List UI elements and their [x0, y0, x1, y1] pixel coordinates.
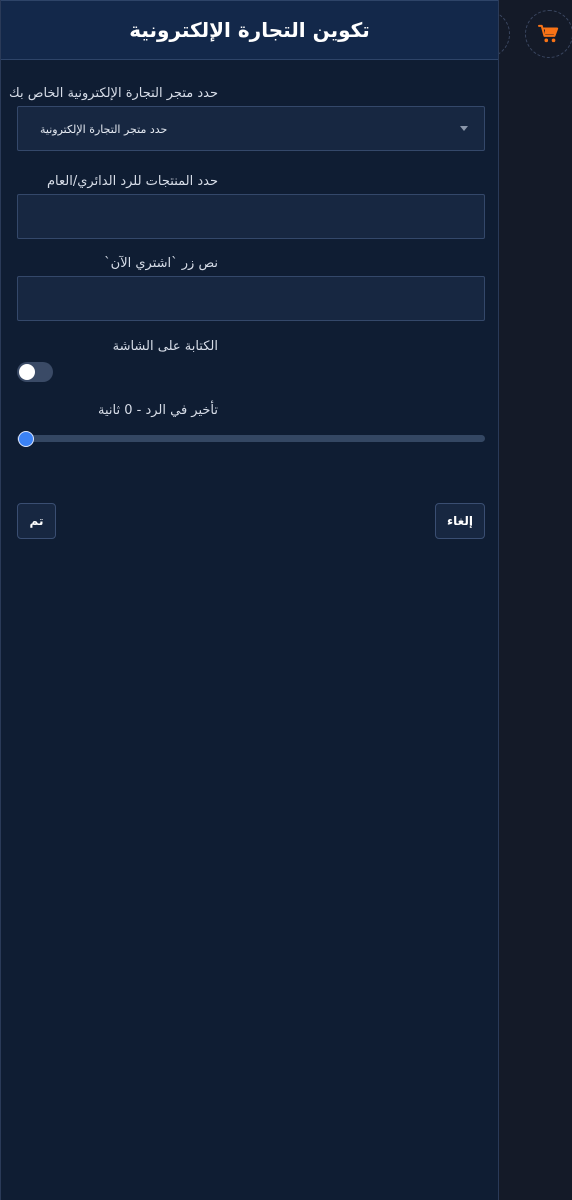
typing-label: الكتابة على الشاشة	[112, 339, 218, 354]
store-select[interactable]: حدد متجر التجارة الإلكترونية	[17, 106, 485, 151]
buy-now-label: نص زر `اشتري الآن`	[104, 256, 218, 271]
delay-slider-thumb[interactable]	[18, 431, 34, 447]
typing-toggle[interactable]	[17, 362, 53, 382]
products-label: حدد المنتجات للرد الدائري/العام	[46, 174, 218, 189]
done-button[interactable]: تم	[17, 503, 56, 539]
shopping-cart-icon	[538, 24, 559, 43]
delay-label: تأخير في الرد - 0 ثانية	[97, 403, 218, 418]
panel-title: تكوين التجارة الإلكترونية	[129, 18, 370, 42]
cart-button[interactable]	[525, 10, 572, 58]
toggle-knob	[19, 364, 35, 380]
store-select-value: حدد متجر التجارة الإلكترونية	[40, 123, 168, 136]
delay-slider-track[interactable]	[17, 435, 485, 442]
panel-header: تكوين التجارة الإلكترونية	[1, 0, 498, 60]
products-input[interactable]	[17, 194, 485, 239]
store-select-label: حدد متجر التجارة الإلكترونية الخاص بك	[9, 86, 218, 101]
buy-now-text-input[interactable]	[17, 276, 485, 321]
cancel-button[interactable]: إلغاء	[435, 503, 485, 539]
chevron-down-icon	[460, 126, 468, 131]
ecommerce-config-panel: تكوين التجارة الإلكترونية حدد متجر التجا…	[0, 0, 499, 1200]
